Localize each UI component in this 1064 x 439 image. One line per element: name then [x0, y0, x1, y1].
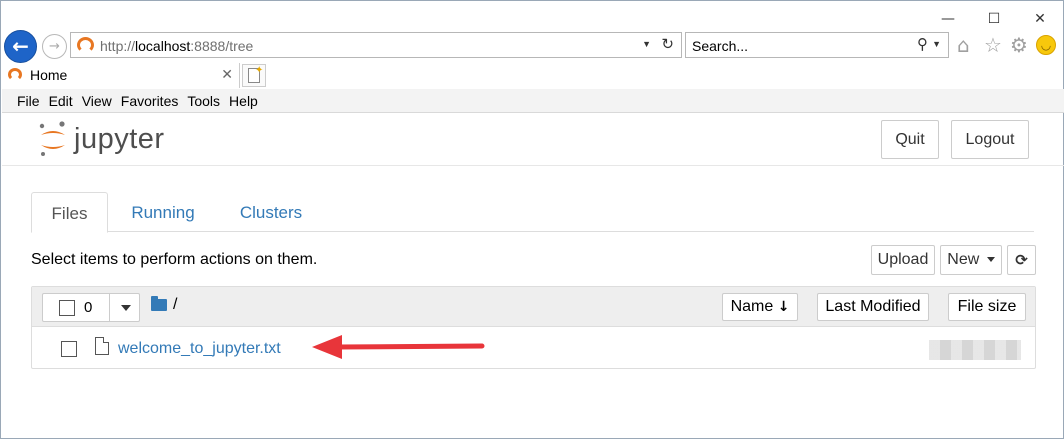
url-text[interactable]: http://localhost:8888/tree: [100, 38, 253, 54]
url-scheme: http://: [100, 38, 136, 54]
caret-down-icon: [986, 257, 995, 263]
file-link[interactable]: welcome_to_jupyter.txt: [118, 340, 281, 358]
select-all-checkbox[interactable]: [59, 300, 75, 316]
breadcrumb[interactable]: /: [173, 296, 177, 314]
sort-name-label: Name: [730, 298, 774, 315]
menu-tools[interactable]: Tools: [187, 93, 220, 109]
home-icon[interactable]: ⌂: [957, 33, 970, 57]
url-host: localhost: [135, 38, 191, 54]
blurred-file-size: [929, 340, 1021, 360]
menu-view[interactable]: View: [82, 93, 112, 109]
dashboard-tabs: Files Running Clusters: [31, 192, 1034, 233]
annotation-arrow: [312, 335, 485, 359]
sort-name-button[interactable]: Name ↓: [722, 293, 798, 321]
jupyter-logo[interactable]: jupyter: [38, 121, 208, 161]
annotation-arrow-shaft: [335, 343, 485, 350]
gear-icon[interactable]: ⚙: [1010, 33, 1028, 57]
new-button-label: New: [947, 251, 980, 268]
jupyter-page: jupyter Quit Logout Files Running Cluste…: [2, 114, 1064, 439]
search-box[interactable]: ⚲ ▼: [685, 32, 949, 58]
browser-tab-home[interactable]: Home ✕: [2, 63, 240, 88]
address-dropdown-icon[interactable]: ▼: [642, 39, 651, 49]
selected-count: 0: [84, 299, 93, 316]
smiley-icon[interactable]: ◡: [1036, 35, 1056, 55]
search-icon[interactable]: ⚲: [917, 35, 928, 53]
quit-button[interactable]: Quit: [881, 120, 939, 159]
window-controls: — ☐ ✕: [925, 7, 1063, 31]
logout-button[interactable]: Logout: [951, 120, 1029, 159]
star-icon[interactable]: ☆: [984, 33, 1002, 57]
file-icon: [95, 337, 109, 355]
search-dropdown-icon[interactable]: ▼: [932, 39, 941, 49]
menu-favorites[interactable]: Favorites: [121, 93, 179, 109]
divider: [109, 294, 110, 321]
ie-logo-icon: [8, 68, 22, 81]
refresh-icon[interactable]: ↻: [661, 35, 674, 53]
item-checkbox[interactable]: [61, 341, 77, 357]
jupyter-header: jupyter Quit Logout: [2, 114, 1064, 166]
folder-icon[interactable]: [151, 296, 167, 311]
address-bar[interactable]: http://localhost:8888/tree ▼ ↻: [70, 32, 682, 58]
refresh-icon: ⟳: [1015, 251, 1028, 269]
upload-button[interactable]: Upload: [871, 245, 935, 275]
sort-arrow-down-icon: ↓: [777, 299, 790, 315]
refresh-list-button[interactable]: ⟳: [1007, 245, 1036, 275]
minimize-button[interactable]: —: [925, 7, 971, 31]
sort-file-size-button[interactable]: File size: [948, 293, 1026, 321]
maximize-button[interactable]: ☐: [971, 7, 1017, 31]
browser-window: — ☐ ✕ ← → http://localhost:8888/tree ▼ ↻…: [0, 0, 1064, 439]
listing-header: 0 / Name ↓ Last Modified File size: [32, 287, 1035, 327]
navigation-bar: ← → http://localhost:8888/tree ▼ ↻ ⚲ ▼ ⌂…: [1, 29, 1063, 63]
forward-arrow-icon[interactable]: →: [42, 34, 67, 59]
close-window-button[interactable]: ✕: [1017, 7, 1063, 31]
new-tab-button[interactable]: ✦: [242, 64, 266, 87]
search-input[interactable]: [692, 37, 892, 54]
jupyter-wordmark: jupyter: [74, 123, 165, 155]
back-arrow-icon[interactable]: ←: [4, 30, 37, 63]
tab-strip: Home ✕ ✦: [1, 62, 1063, 88]
jupyter-logo-icon: [39, 121, 65, 156]
sort-last-modified-button[interactable]: Last Modified: [817, 293, 929, 321]
menu-bar: File Edit View Favorites Tools Help: [2, 89, 1064, 113]
ie-logo-icon: [77, 37, 94, 53]
menu-edit[interactable]: Edit: [49, 93, 73, 109]
url-path: :8888/tree: [190, 38, 254, 54]
instructions-text: Select items to perform actions on them.: [31, 251, 318, 268]
select-all-group[interactable]: 0: [42, 293, 140, 322]
menu-file[interactable]: File: [17, 93, 40, 109]
file-listing: 0 / Name ↓ Last Modified File size welco…: [31, 286, 1036, 369]
list-item[interactable]: welcome_to_jupyter.txt: [32, 328, 1035, 369]
select-dropdown-caret-icon[interactable]: [121, 305, 131, 311]
new-dropdown-button[interactable]: New: [940, 245, 1002, 275]
tab-clusters[interactable]: Clusters: [231, 192, 311, 232]
annotation-arrow-head: [312, 335, 342, 359]
menu-help[interactable]: Help: [229, 93, 258, 109]
close-tab-icon[interactable]: ✕: [221, 66, 233, 83]
tab-running[interactable]: Running: [123, 192, 203, 232]
tab-files[interactable]: Files: [31, 192, 108, 233]
tab-title: Home: [30, 67, 68, 83]
sparkle-icon: ✦: [255, 65, 264, 76]
